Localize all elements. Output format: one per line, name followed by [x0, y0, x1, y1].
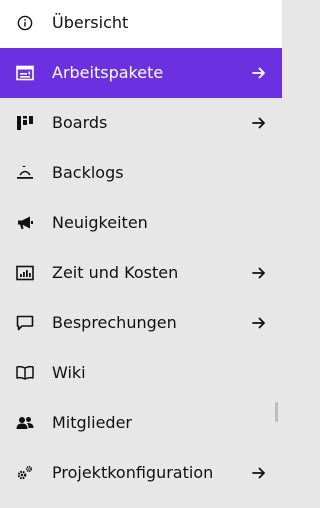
- menu-item-label: Übersicht: [52, 13, 129, 32]
- arrow-right-icon[interactable]: [251, 465, 267, 481]
- menu-item-label: Zeit und Kosten: [52, 263, 179, 282]
- time-costs-icon: [16, 264, 34, 282]
- menu-item-label: Arbeitspakete: [52, 63, 164, 82]
- menu-item-arbeitspakete[interactable]: Arbeitspakete: [0, 48, 282, 98]
- arrow-right-icon[interactable]: [251, 265, 267, 281]
- members-icon: [16, 414, 34, 432]
- arrow-right-icon[interactable]: [251, 115, 267, 131]
- megaphone-icon: [16, 214, 34, 232]
- backlogs-icon: [16, 164, 34, 182]
- menu-item-projektkonfiguration[interactable]: Projektkonfiguration: [0, 448, 282, 498]
- menu-item-label: Mitglieder: [52, 413, 132, 432]
- boards-icon: [16, 114, 34, 132]
- arrow-right-icon[interactable]: [251, 65, 267, 81]
- menu-item-label: Neuigkeiten: [52, 213, 148, 232]
- menu-item-label: Boards: [52, 113, 108, 132]
- book-icon: [16, 364, 34, 382]
- arrow-right-icon[interactable]: [251, 315, 267, 331]
- work-packages-icon: [16, 64, 34, 82]
- project-sidebar-menu: Übersicht Arbeitspakete Boards Backlogs …: [0, 0, 282, 508]
- menu-item-zeit-und-kosten[interactable]: Zeit und Kosten: [0, 248, 282, 298]
- menu-item-label: Backlogs: [52, 163, 124, 182]
- menu-item-label: Projektkonfiguration: [52, 463, 214, 482]
- menu-item-mitglieder[interactable]: Mitglieder: [0, 398, 282, 448]
- menu-item-besprechungen[interactable]: Besprechungen: [0, 298, 282, 348]
- menu-item-label: Besprechungen: [52, 313, 177, 332]
- menu-item-neuigkeiten[interactable]: Neuigkeiten: [0, 198, 282, 248]
- info-icon: [16, 14, 34, 32]
- menu-item-boards[interactable]: Boards: [0, 98, 282, 148]
- menu-item-label: Wiki: [52, 363, 86, 382]
- scrollbar-thumb[interactable]: [275, 402, 278, 422]
- menu-item-uebersicht[interactable]: Übersicht: [0, 0, 282, 48]
- gears-icon: [16, 464, 34, 482]
- menu-item-wiki[interactable]: Wiki: [0, 348, 282, 398]
- speech-bubble-icon: [16, 314, 34, 332]
- menu-item-backlogs[interactable]: Backlogs: [0, 148, 282, 198]
